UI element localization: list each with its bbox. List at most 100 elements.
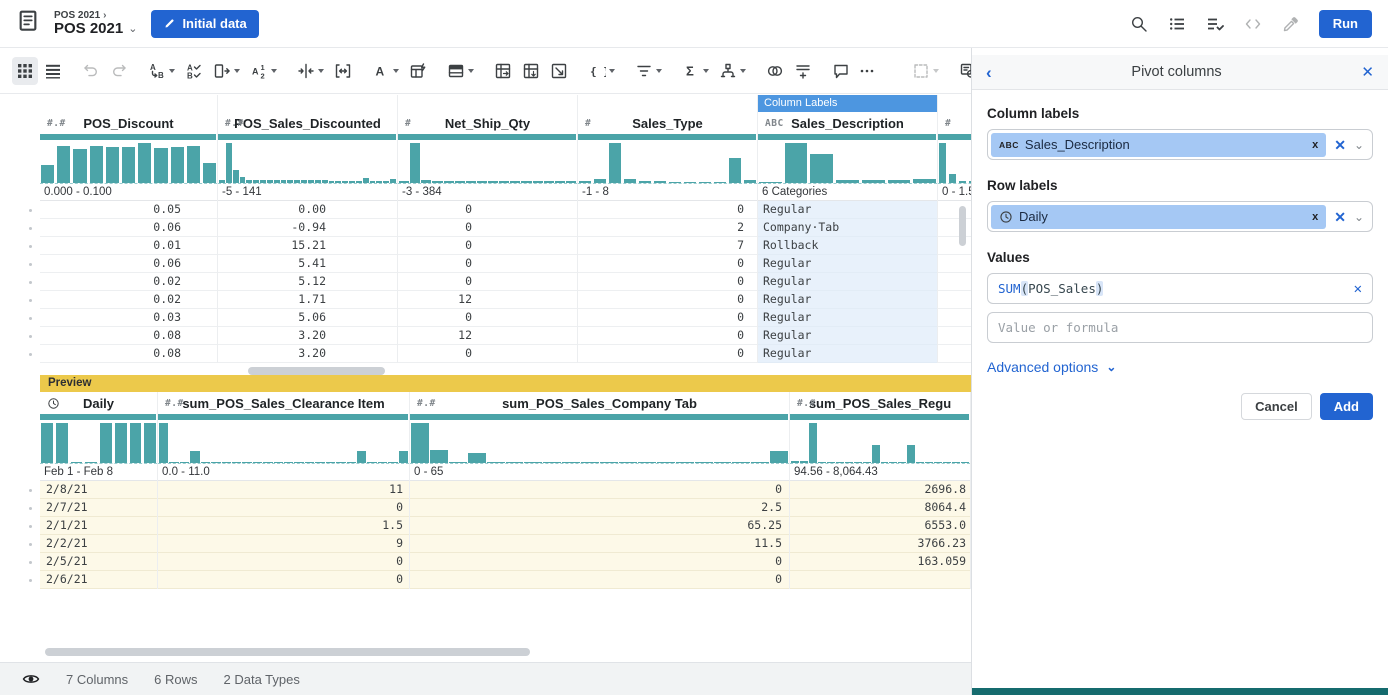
cell[interactable]: 0.02 — [40, 273, 217, 291]
column-histogram[interactable] — [938, 140, 971, 184]
cell[interactable]: 0.08 — [40, 327, 217, 345]
remove-value-icon[interactable]: ✕ — [1354, 282, 1362, 296]
cell[interactable]: 0 — [578, 345, 757, 363]
toolbar-selection-button[interactable] — [908, 57, 943, 85]
toolbar-text-transform-button[interactable]: A — [368, 57, 403, 85]
toolbar-find-in-table-button[interactable] — [955, 57, 971, 85]
cell[interactable]: 2/7/21 — [40, 499, 157, 517]
toolbar-move-column-button[interactable] — [209, 57, 244, 85]
chevron-down-icon[interactable]: ⌄ — [1354, 211, 1364, 223]
cell[interactable]: 0 — [410, 571, 789, 589]
cell[interactable] — [938, 273, 971, 291]
cell[interactable]: 1.5 — [158, 517, 409, 535]
cell[interactable]: 163.059 — [790, 553, 970, 571]
row-handle[interactable] — [0, 499, 40, 517]
cell[interactable] — [938, 219, 971, 237]
toolbar-comment-button[interactable] — [828, 57, 854, 85]
row-handle[interactable] — [0, 327, 40, 345]
toolbar-insert-column-button[interactable] — [293, 57, 328, 85]
column-histogram[interactable] — [40, 140, 217, 184]
value-formula-input[interactable] — [998, 320, 1362, 335]
row-labels-select[interactable]: Daily x ✕ ⌄ — [987, 201, 1373, 232]
list-check-icon[interactable] — [1205, 14, 1225, 34]
cell[interactable]: 65.25 — [410, 517, 789, 535]
cell[interactable]: 0 — [158, 499, 409, 517]
cell[interactable]: 0 — [578, 201, 757, 219]
cell[interactable]: 0.00 — [218, 201, 397, 219]
initial-data-button[interactable]: Initial data — [151, 10, 258, 38]
cancel-button[interactable]: Cancel — [1241, 393, 1312, 420]
row-handle[interactable] — [0, 571, 40, 589]
cell[interactable]: 7 — [578, 237, 757, 255]
cell[interactable]: 0 — [398, 345, 577, 363]
column-labels-select[interactable]: ABC Sales_Description x ✕ ⌄ — [987, 129, 1373, 160]
toolbar-more-options-button[interactable] — [854, 57, 880, 85]
column-header[interactable]: ABCSales_Description — [758, 112, 937, 134]
column-histogram[interactable] — [410, 420, 789, 464]
column-header[interactable]: #Net_Ship_Qty — [398, 112, 577, 134]
cell[interactable]: 2.5 — [410, 499, 789, 517]
row-handle[interactable] — [0, 309, 40, 327]
cell[interactable]: 0 — [410, 553, 789, 571]
cell[interactable]: 5.41 — [218, 255, 397, 273]
toolbar-grid-view-button[interactable] — [12, 57, 38, 85]
column-header[interactable]: #.#sum_POS_Sales_Regu — [790, 392, 970, 414]
chevron-down-icon[interactable]: ⌄ — [1354, 139, 1364, 151]
main-table-horizontal-scrollbar[interactable] — [248, 367, 385, 375]
row-handle[interactable] — [0, 255, 40, 273]
cell[interactable]: 0 — [578, 309, 757, 327]
column-header[interactable]: #Sales_Type — [578, 112, 757, 134]
cell[interactable]: Regular — [758, 291, 937, 309]
cell[interactable] — [790, 571, 970, 589]
row-handle[interactable] — [0, 553, 40, 571]
cell[interactable] — [938, 255, 971, 273]
cell[interactable]: 0.06 — [40, 255, 217, 273]
toolbar-append-rows-button[interactable] — [790, 57, 816, 85]
chip-remove-icon[interactable]: x — [1312, 139, 1318, 151]
advanced-options-link[interactable]: Advanced options ⌄ — [987, 359, 1373, 375]
eyedropper-icon[interactable] — [1281, 14, 1301, 34]
cell[interactable]: 2/8/21 — [40, 481, 157, 499]
row-handle[interactable] — [0, 273, 40, 291]
cell[interactable] — [938, 237, 971, 255]
cell[interactable]: Regular — [758, 345, 937, 363]
toolbar-convert-values-button[interactable]: AB — [144, 57, 179, 85]
column-histogram[interactable] — [218, 140, 397, 184]
row-handle[interactable] — [0, 219, 40, 237]
toolbar-pivot-columns-button[interactable] — [518, 57, 544, 85]
cell[interactable]: 11.5 — [410, 535, 789, 553]
cell[interactable] — [938, 327, 971, 345]
cell[interactable]: 15.21 — [218, 237, 397, 255]
cell[interactable]: 2/6/21 — [40, 571, 157, 589]
cell[interactable]: 2696.8 — [790, 481, 970, 499]
cell[interactable]: 0.01 — [40, 237, 217, 255]
cell[interactable]: 5.12 — [218, 273, 397, 291]
cell[interactable]: 0 — [398, 273, 577, 291]
cell[interactable]: 0.02 — [40, 291, 217, 309]
cell[interactable]: -0.94 — [218, 219, 397, 237]
cell[interactable]: 6553.0 — [790, 517, 970, 535]
column-histogram[interactable] — [758, 140, 937, 184]
value-formula-box[interactable]: SUM(POS_Sales) ✕ — [987, 273, 1373, 304]
column-header[interactable]: #.#POS_Discount — [40, 112, 217, 134]
row-handle[interactable] — [0, 535, 40, 553]
cell[interactable]: 5.06 — [218, 309, 397, 327]
row-handle[interactable] — [0, 345, 40, 363]
eye-icon[interactable] — [22, 670, 40, 688]
cell[interactable]: Regular — [758, 327, 937, 345]
cell[interactable] — [938, 201, 971, 219]
row-labels-chip[interactable]: Daily x — [991, 205, 1326, 229]
cell[interactable]: 0.05 — [40, 201, 217, 219]
toolbar-validate-values-button[interactable]: AB — [181, 57, 207, 85]
cell[interactable]: 0.08 — [40, 345, 217, 363]
cell[interactable]: Rollback — [758, 237, 937, 255]
clear-selection-icon[interactable]: ✕ — [1334, 210, 1346, 224]
code-icon[interactable] — [1243, 14, 1263, 34]
cell[interactable]: 0 — [410, 481, 789, 499]
cell[interactable] — [938, 309, 971, 327]
cell[interactable]: 0 — [578, 255, 757, 273]
toolbar-sort-column-button[interactable]: A12 — [246, 57, 281, 85]
cell[interactable]: 0 — [398, 237, 577, 255]
toolbar-row-operations-button[interactable] — [443, 57, 478, 85]
column-header[interactable]: # — [938, 112, 971, 134]
